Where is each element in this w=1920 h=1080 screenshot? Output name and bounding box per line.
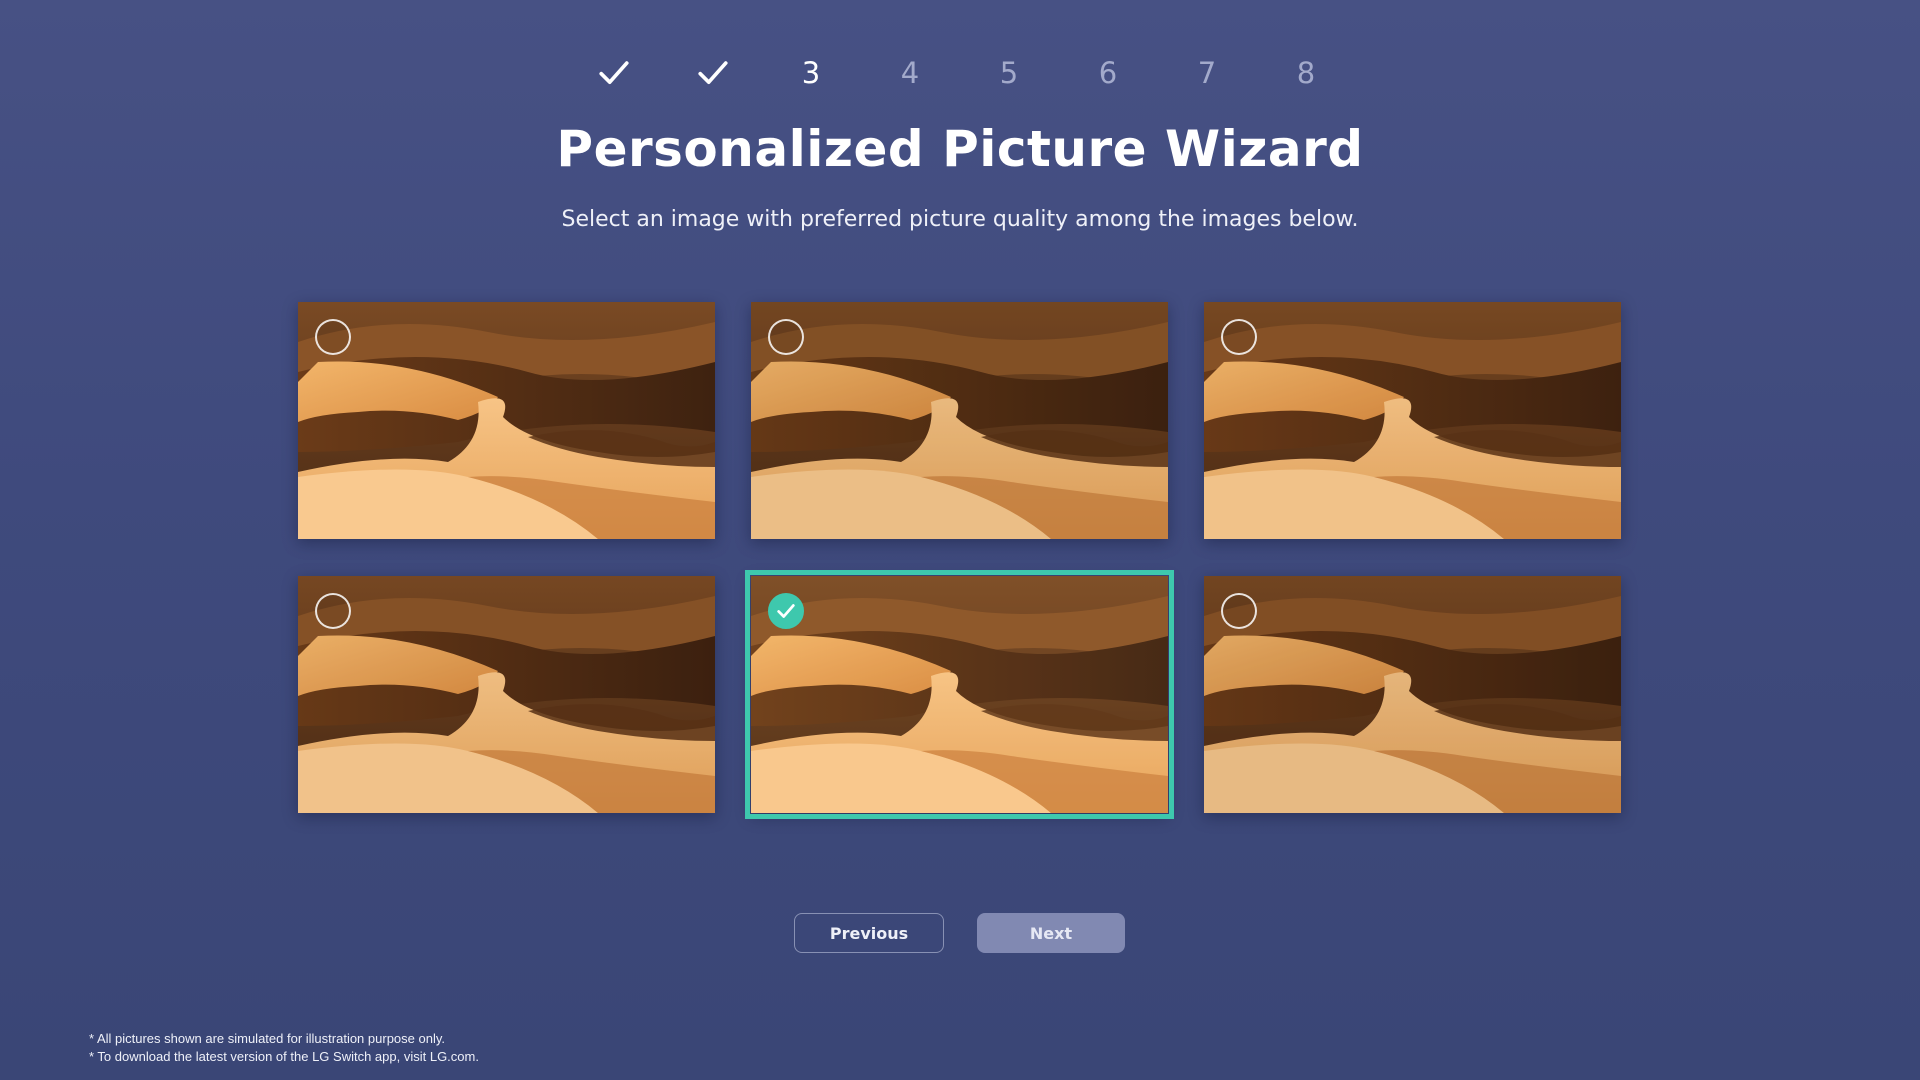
- radio-checked-icon[interactable]: [768, 593, 804, 629]
- checkmark-icon: [698, 61, 728, 85]
- image-option-6[interactable]: [1204, 576, 1621, 813]
- step-5: 5: [999, 56, 1019, 90]
- footnotes: * All pictures shown are simulated for i…: [89, 1030, 479, 1066]
- radio-unchecked-icon[interactable]: [1221, 319, 1257, 355]
- desert-dunes-image: [298, 576, 715, 813]
- step-3: 3: [801, 56, 821, 90]
- footnote-simulated: * All pictures shown are simulated for i…: [89, 1031, 445, 1046]
- image-option-1[interactable]: [298, 302, 715, 539]
- footnote-download: * To download the latest version of the …: [89, 1049, 479, 1064]
- step-4: 4: [900, 56, 920, 90]
- page-subtitle: Select an image with preferred picture q…: [561, 207, 1359, 232]
- image-option-4[interactable]: [298, 576, 715, 813]
- step-7: 7: [1197, 56, 1217, 90]
- checkmark-icon: [777, 604, 795, 618]
- image-option-5[interactable]: [745, 570, 1174, 819]
- radio-unchecked-icon[interactable]: [768, 319, 804, 355]
- wizard-stepper: 3 4 5 6 7 8: [0, 48, 1920, 98]
- radio-unchecked-icon[interactable]: [315, 593, 351, 629]
- desert-dunes-image: [751, 302, 1168, 539]
- desert-dunes-image: [751, 576, 1168, 813]
- step-2: [683, 48, 743, 98]
- page-title: Personalized Picture Wizard: [556, 120, 1364, 178]
- step-6: 6: [1098, 56, 1118, 90]
- image-option-2[interactable]: [751, 302, 1168, 539]
- image-option-3[interactable]: [1204, 302, 1621, 539]
- checkmark-icon: [599, 61, 629, 85]
- radio-unchecked-icon[interactable]: [315, 319, 351, 355]
- step-1: [584, 48, 644, 98]
- previous-button[interactable]: Previous: [794, 913, 944, 953]
- radio-unchecked-icon[interactable]: [1221, 593, 1257, 629]
- desert-dunes-image: [1204, 302, 1621, 539]
- desert-dunes-image: [1204, 576, 1621, 813]
- next-button[interactable]: Next: [977, 913, 1125, 953]
- desert-dunes-image: [298, 302, 715, 539]
- step-8: 8: [1296, 56, 1316, 90]
